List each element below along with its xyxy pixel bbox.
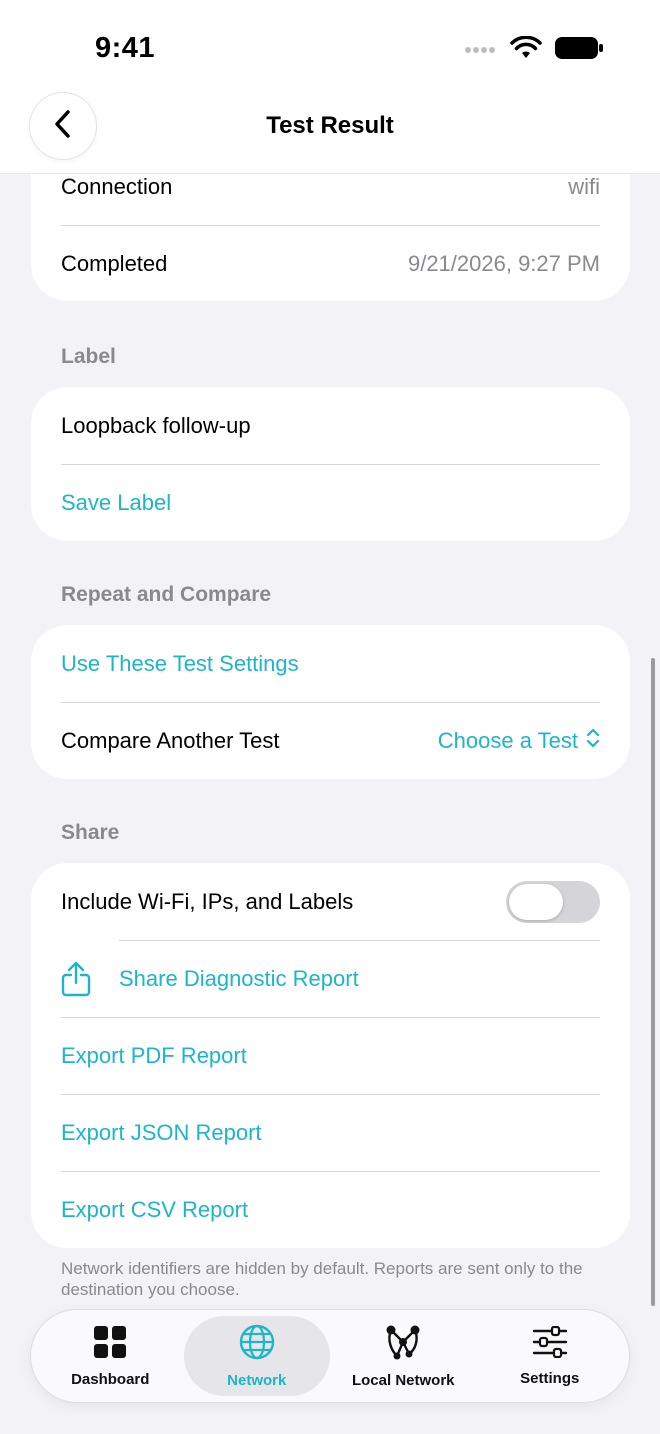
save-label-text: Save Label <box>61 489 172 515</box>
detail-label: Connection <box>61 173 173 199</box>
tab-label: Dashboard <box>71 1370 150 1388</box>
page-title: Test Result <box>266 112 394 139</box>
tab-label: Network <box>227 1371 287 1389</box>
grid-icon <box>93 1325 127 1363</box>
repeat-compare-card: Use These Test Settings Compare Another … <box>31 625 630 779</box>
battery-icon <box>554 36 604 65</box>
tab-network[interactable]: Network <box>183 1316 330 1396</box>
sliders-icon <box>532 1325 568 1362</box>
use-test-settings-text: Use These Test Settings <box>61 650 299 676</box>
section-header-label: Label <box>61 345 116 368</box>
share-diagnostic-report-button[interactable]: Share Diagnostic Report <box>31 940 630 1017</box>
detail-value: wifi <box>568 173 600 199</box>
export-csv-button[interactable]: Export CSV Report <box>31 1171 630 1248</box>
tab-label: Settings <box>520 1369 580 1387</box>
share-icon <box>61 961 119 997</box>
status-time: 9:41 <box>95 32 156 64</box>
status-bar: 9:41 <box>0 0 660 96</box>
tab-settings[interactable]: Settings <box>477 1316 624 1396</box>
save-label-button[interactable]: Save Label <box>31 464 630 541</box>
tab-dashboard[interactable]: Dashboard <box>37 1316 184 1396</box>
share-footnote: Network identifiers are hidden by defaul… <box>61 1259 583 1299</box>
share-card: Include Wi-Fi, IPs, and Labels Share Dia… <box>31 863 630 1248</box>
tab-label: Local Network <box>351 1371 455 1389</box>
section-header-repeat: Repeat and Compare <box>61 583 272 606</box>
toggle-knob <box>509 883 563 920</box>
section-header-share: Share <box>61 821 120 844</box>
export-pdf-button[interactable]: Export PDF Report <box>31 1017 630 1094</box>
chevron-up-down-icon <box>586 727 600 755</box>
tab-local-network[interactable]: Local Network <box>330 1316 477 1396</box>
scrollbar[interactable] <box>651 658 655 1306</box>
include-identifiers-row: Include Wi-Fi, IPs, and Labels <box>31 863 630 940</box>
detail-value: 9/21/2026, 9:27 PM <box>407 250 600 276</box>
export-pdf-text: Export PDF Report <box>61 1042 247 1068</box>
navigation-bar: Test Result <box>0 90 660 174</box>
wifi-icon <box>510 35 542 65</box>
export-csv-text: Export CSV Report <box>61 1196 249 1222</box>
detail-label: Completed <box>61 250 168 276</box>
export-json-button[interactable]: Export JSON Report <box>31 1094 630 1171</box>
export-json-text: Export JSON Report <box>61 1119 262 1145</box>
signal-icon <box>464 42 498 60</box>
detail-row-completed: Completed 9/21/2026, 9:27 PM <box>31 225 630 301</box>
choose-test-picker[interactable]: Choose a Test <box>438 727 600 755</box>
globe-icon <box>239 1324 275 1364</box>
status-icons <box>464 35 604 65</box>
picker-value: Choose a Test <box>437 727 578 753</box>
network-nodes-icon <box>383 1324 423 1364</box>
label-input[interactable]: Loopback follow-up <box>31 387 630 464</box>
label-card: Loopback follow-up Save Label <box>31 387 630 541</box>
label-input-value: Loopback follow-up <box>61 412 251 438</box>
use-test-settings-button[interactable]: Use These Test Settings <box>31 625 630 702</box>
compare-label: Compare Another Test <box>61 727 280 753</box>
share-diagnostic-report-text: Share Diagnostic Report <box>119 965 359 991</box>
include-identifiers-toggle[interactable] <box>506 880 600 923</box>
tab-bar: Dashboard Network Local Network Settings <box>31 1310 629 1402</box>
compare-another-test-row: Compare Another Test Choose a Test <box>31 702 630 779</box>
include-identifiers-label: Include Wi-Fi, IPs, and Labels <box>61 888 354 914</box>
